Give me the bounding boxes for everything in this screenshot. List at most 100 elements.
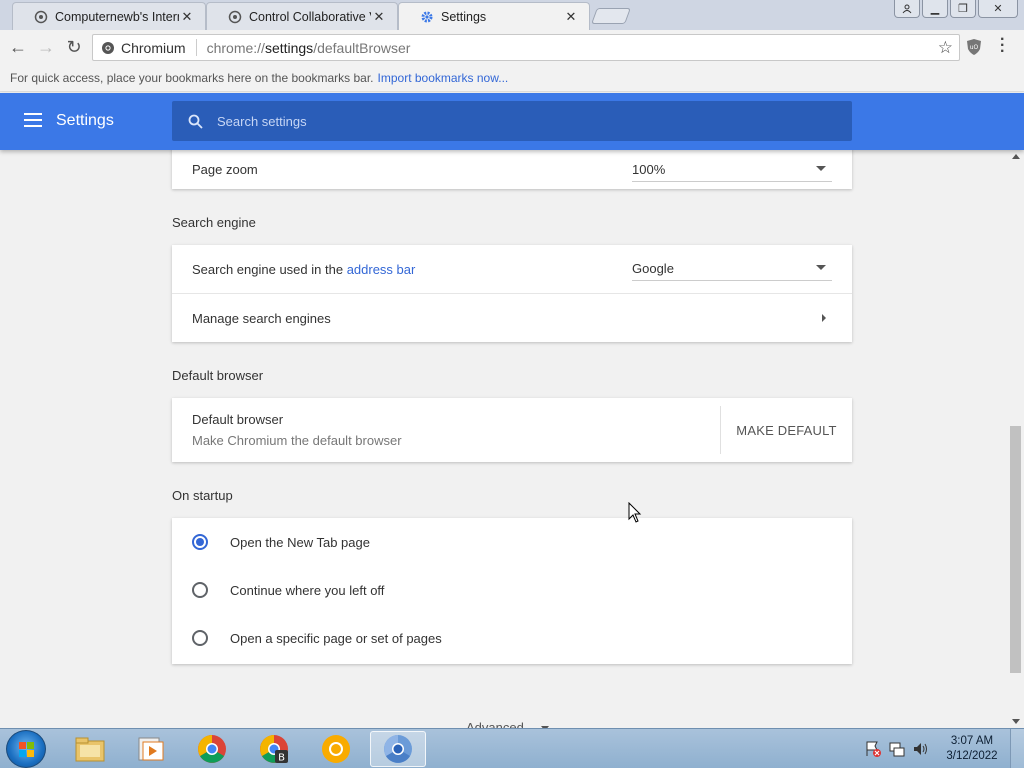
tab-label: Settings (441, 9, 487, 24)
radio-button[interactable] (192, 582, 208, 598)
make-default-button[interactable]: MAKE DEFAULT (720, 406, 852, 454)
minimize-button[interactable]: ▁ (922, 0, 948, 18)
scrollbar-thumb[interactable] (1010, 426, 1021, 673)
default-browser-title: Default browser (192, 412, 284, 427)
on-startup-card: Open the New Tab page Continue where you… (172, 518, 852, 664)
folder-icon (75, 737, 105, 762)
dropdown-arrow-icon (816, 265, 826, 270)
bookmark-star-icon[interactable]: ☆ (938, 38, 953, 58)
page-zoom-value: 100% (632, 162, 666, 177)
ublock-extension-icon[interactable]: uO (966, 38, 982, 59)
site-chip: Chromium (121, 39, 186, 56)
tab-close-icon[interactable]: ✕ (371, 9, 387, 25)
page-zoom-row: Page zoom 100% (172, 150, 852, 189)
restore-button[interactable]: ❐ (950, 0, 976, 18)
chrome-canary-icon (322, 735, 350, 763)
clock-date: 3/12/2022 (946, 750, 998, 762)
settings-header: Settings Search settings (0, 93, 1024, 150)
default-browser-text: Default browser Make Chromium the defaul… (192, 412, 402, 448)
search-engine-used-label: Search engine used in the (192, 261, 344, 277)
default-browser-card: Default browser Make Chromium the defaul… (172, 398, 852, 462)
chrome-beta-icon: B (260, 735, 288, 764)
tab-settings[interactable]: Settings ✕ (398, 2, 590, 30)
startup-option-label: Continue where you left off (230, 582, 385, 598)
taskbar-chrome[interactable] (184, 731, 240, 767)
appearance-card: Page zoom 100% (172, 150, 852, 189)
windows-logo-icon (19, 742, 34, 757)
tab-control-collaborative[interactable]: Control Collaborative Vir ✕ (206, 2, 398, 30)
taskbar-media-player[interactable] (122, 731, 178, 767)
chevron-right-icon (822, 314, 826, 322)
advanced-toggle[interactable]: Advanced (466, 720, 550, 728)
hamburger-menu-icon[interactable] (24, 113, 42, 127)
kebab-menu-icon[interactable]: · · · (1000, 32, 1005, 60)
dropdown-arrow-icon (816, 166, 826, 171)
radio-button-checked[interactable] (192, 534, 208, 550)
settings-content: Page zoom 100% Search engine Search engi… (0, 150, 1008, 728)
media-player-icon (138, 737, 164, 761)
back-arrow-icon[interactable]: ← (4, 33, 32, 61)
network-icon[interactable] (888, 740, 906, 758)
volume-icon[interactable] (912, 740, 930, 758)
taskbar-chrome-beta[interactable]: B (246, 731, 302, 767)
taskbar-file-explorer[interactable] (62, 731, 118, 767)
search-engine-select[interactable]: Google (632, 261, 832, 281)
taskbar-chromium[interactable] (370, 731, 426, 767)
user-icon[interactable] (894, 0, 920, 18)
page-zoom-select[interactable]: 100% (632, 162, 832, 182)
vm-site-icon (227, 9, 243, 25)
tab-close-icon[interactable]: ✕ (563, 9, 579, 25)
taskbar-chrome-canary[interactable] (308, 731, 364, 767)
tab-label: Computernewb's Internet (55, 9, 179, 24)
browser-toolbar: ← → ↻ Chromium chrome:// settings /defau… (0, 30, 1024, 64)
scroll-up-arrow-icon[interactable] (1012, 154, 1020, 159)
startup-option-new-tab[interactable]: Open the New Tab page (172, 518, 852, 566)
svg-text:B: B (278, 753, 285, 764)
clock-time: 3:07 AM (950, 735, 994, 747)
address-bar[interactable]: Chromium chrome:// settings /defaultBrow… (92, 34, 960, 61)
search-placeholder: Search settings (217, 113, 307, 129)
reload-icon[interactable]: ↻ (60, 33, 88, 61)
url-scheme: chrome:// (206, 39, 265, 56)
search-engine-section-title: Search engine (172, 215, 256, 230)
search-engine-row: Search engine used in the address bar Go… (172, 245, 852, 293)
startup-option-label: Open a specific page or set of pages (230, 630, 442, 646)
action-center-flag-icon[interactable] (864, 740, 882, 758)
windows-taskbar: B 3:07 AM 3/12/2022 (0, 728, 1024, 768)
startup-option-continue[interactable]: Continue where you left off (172, 566, 852, 614)
tab-close-icon[interactable]: ✕ (179, 9, 195, 25)
svg-text:uO: uO (970, 44, 979, 51)
radio-button[interactable] (192, 630, 208, 646)
chip-separator (195, 39, 197, 56)
tab-strip: Computernewb's Internet ✕ Control Collab… (0, 0, 1024, 30)
system-tray: 3:07 AM 3/12/2022 (864, 729, 1024, 768)
search-settings-input[interactable]: Search settings (172, 101, 852, 141)
tab-computernewb[interactable]: Computernewb's Internet ✕ (12, 2, 206, 30)
page-scrollbar[interactable] (1008, 150, 1024, 728)
url-host: settings (264, 39, 314, 56)
url-path: /defaultBrowser (313, 39, 411, 56)
gear-icon (419, 9, 435, 25)
forward-arrow-icon[interactable]: → (32, 33, 60, 61)
search-engine-card: Search engine used in the address bar Go… (172, 245, 852, 342)
address-bar-link[interactable]: address bar (347, 262, 416, 277)
startup-option-specific-pages[interactable]: Open a specific page or set of pages (172, 614, 852, 662)
scroll-down-arrow-icon[interactable] (1012, 719, 1020, 724)
search-engine-value: Google (632, 261, 674, 276)
start-button[interactable] (6, 730, 46, 768)
close-window-button[interactable]: ✕ (978, 0, 1018, 18)
bookmarks-bar: For quick access, place your bookmarks h… (0, 64, 1024, 92)
import-bookmarks-link[interactable]: Import bookmarks now... (378, 71, 509, 85)
new-tab-button[interactable] (591, 8, 631, 24)
vm-site-icon (33, 9, 49, 25)
startup-option-label: Open the New Tab page (230, 534, 370, 550)
tab-label: Control Collaborative Vir (249, 9, 371, 24)
system-clock[interactable]: 3:07 AM 3/12/2022 (938, 734, 1006, 764)
advanced-label: Advanced (466, 720, 524, 728)
manage-search-engines-row[interactable]: Manage search engines (172, 294, 852, 342)
chromium-icon (384, 735, 412, 763)
show-desktop-button[interactable] (1010, 729, 1024, 768)
on-startup-section-title: On startup (172, 488, 233, 503)
chrome-icon (198, 735, 226, 763)
page-title: Settings (56, 112, 114, 129)
